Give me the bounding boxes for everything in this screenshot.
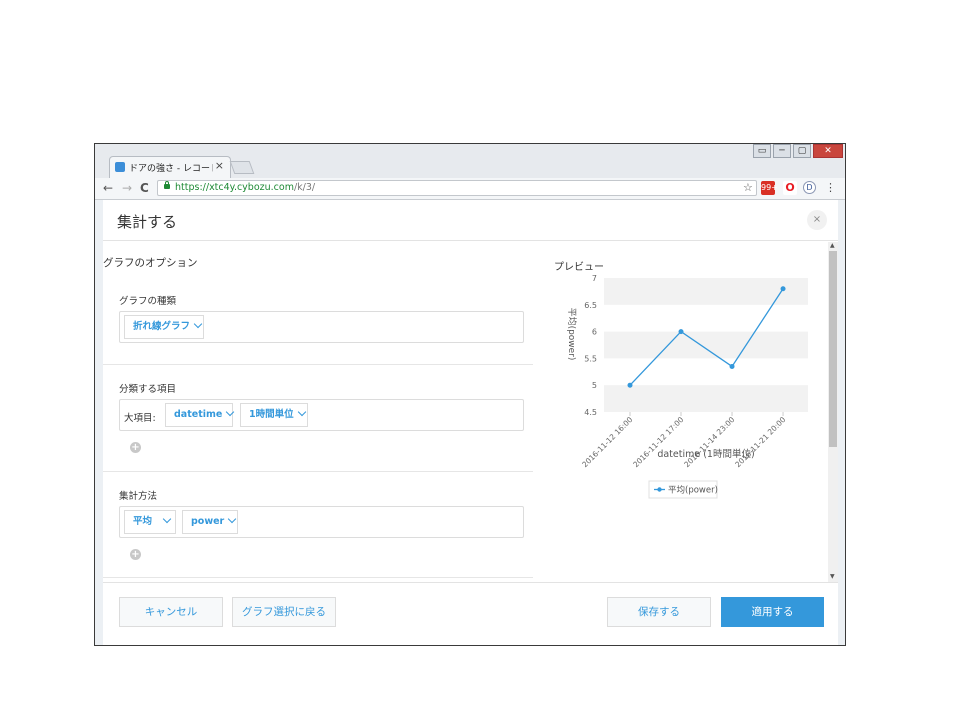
x-axis-ticks: 2016-11-12 16:002016-11-12 17:002016-11-… bbox=[580, 412, 788, 469]
add-aggregation-icon[interactable]: + bbox=[130, 549, 141, 560]
reload-icon[interactable]: C bbox=[140, 181, 149, 195]
y-tick-label: 6.5 bbox=[584, 301, 597, 310]
grouping-label: 分類する項目 bbox=[119, 384, 177, 395]
dialog-title: 集計する bbox=[117, 213, 178, 231]
minimize-button[interactable]: ─ bbox=[773, 144, 791, 158]
kintone-favicon-icon bbox=[115, 162, 125, 172]
chart-band bbox=[604, 385, 808, 412]
back-to-chart-select-button[interactable]: グラフ選択に戻る bbox=[232, 597, 336, 627]
browser-toolbar: ← → C https://xtc4y.cybozu.com/k/3/ ☆ 99… bbox=[95, 178, 845, 200]
close-window-button[interactable]: ✕ bbox=[813, 144, 843, 158]
url-path: /k/3/ bbox=[293, 182, 316, 193]
dashlane-icon[interactable]: D bbox=[803, 181, 816, 194]
lock-icon bbox=[164, 181, 170, 189]
cancel-button[interactable]: キャンセル bbox=[119, 597, 223, 627]
y-tick-label: 7 bbox=[592, 274, 597, 283]
y-axis-ticks: 4.5 5 5.5 6 6.5 7 bbox=[584, 274, 597, 417]
legend-marker bbox=[657, 487, 662, 492]
back-arrow-icon[interactable]: ← bbox=[103, 181, 113, 195]
browser-window: ドアの強さ - レコードの × ▭ ─ ▢ ✕ ← → C https://xt… bbox=[94, 143, 846, 646]
grouping-section: 分類する項目 大項目: datetime 1時間単位 + bbox=[103, 364, 533, 472]
address-bar[interactable]: https://xtc4y.cybozu.com/k/3/ bbox=[157, 180, 757, 196]
section-divider bbox=[103, 577, 533, 578]
y-axis-label: 平均(power) bbox=[566, 308, 578, 361]
scroll-down-icon[interactable]: ▼ bbox=[830, 573, 835, 580]
window-controls: ▭ ─ ▢ ✕ bbox=[751, 144, 843, 160]
tab-close-icon[interactable]: × bbox=[215, 159, 224, 172]
data-point[interactable] bbox=[729, 363, 735, 369]
chart-type-value: 折れ線グラフ bbox=[133, 321, 191, 332]
y-tick-label: 6 bbox=[592, 328, 597, 337]
url-text: https://xtc4y.cybozu.com/k/3/ bbox=[175, 182, 315, 193]
group-field-value: datetime bbox=[174, 409, 223, 420]
apply-button[interactable]: 適用する bbox=[721, 597, 824, 627]
chevron-down-icon bbox=[226, 407, 235, 417]
save-button[interactable]: 保存する bbox=[607, 597, 711, 627]
x-tick-label: 2016-11-12 16:00 bbox=[580, 415, 634, 469]
dialog-close-icon[interactable]: × bbox=[807, 210, 827, 230]
data-point[interactable] bbox=[627, 382, 633, 388]
group-field-select[interactable]: datetime bbox=[165, 403, 235, 427]
browser-tab[interactable]: ドアの強さ - レコードの × bbox=[109, 156, 231, 178]
browser-menu-icon[interactable]: ⋮ bbox=[825, 181, 836, 194]
dialog-header: 集計する × bbox=[103, 200, 838, 241]
tab-title: ドアの強さ - レコードの bbox=[129, 164, 213, 174]
x-tick-label: 2016-11-14 23:00 bbox=[682, 415, 736, 469]
scroll-thumb[interactable] bbox=[829, 251, 837, 447]
title-bar: ドアの強さ - レコードの × ▭ ─ ▢ ✕ bbox=[95, 144, 845, 178]
maximize-button[interactable]: ▢ bbox=[793, 144, 811, 158]
aggregation-label: 集計方法 bbox=[119, 491, 158, 502]
major-item-label: 大項目: bbox=[124, 413, 156, 424]
y-tick-label: 5.5 bbox=[584, 354, 597, 363]
add-grouping-icon[interactable]: + bbox=[130, 442, 141, 453]
aggregation-function-value: 平均 bbox=[133, 516, 153, 527]
chevron-down-icon bbox=[297, 407, 306, 417]
data-point[interactable] bbox=[678, 329, 684, 335]
chevron-down-icon bbox=[193, 319, 203, 329]
bookmark-star-icon[interactable]: ☆ bbox=[743, 181, 753, 194]
pdf-extension-icon[interactable]: 99+ bbox=[761, 181, 778, 195]
aggregation-function-select[interactable]: 平均 bbox=[124, 510, 176, 534]
aggregation-field-value: power bbox=[191, 516, 225, 527]
chevron-down-icon bbox=[162, 514, 172, 524]
grouping-box: 大項目: datetime 1時間単位 bbox=[119, 399, 524, 431]
chart-type-box: 折れ線グラフ bbox=[119, 311, 524, 343]
chart-band bbox=[604, 331, 808, 359]
opera-icon[interactable]: O bbox=[783, 181, 797, 195]
footer-divider bbox=[103, 582, 838, 583]
y-tick-label: 4.5 bbox=[584, 408, 597, 417]
new-tab-button[interactable] bbox=[229, 161, 255, 174]
options-heading: グラフのオプション bbox=[103, 257, 198, 269]
url-host: xtc4y.cybozu.com bbox=[209, 182, 294, 193]
chart-type-label: グラフの種類 bbox=[119, 296, 177, 307]
x-tick-label: 2016-11-12 17:00 bbox=[631, 415, 685, 469]
x-tick-label: 2016-11-21 20:00 bbox=[733, 415, 787, 469]
vertical-scrollbar[interactable]: ▲ ▼ bbox=[828, 242, 838, 582]
aggregation-section: 集計方法 平均 power + bbox=[103, 471, 533, 581]
aggregation-field-select[interactable]: power bbox=[182, 510, 238, 534]
x-axis-label: datetime (1時間単位) bbox=[657, 448, 754, 460]
aggregation-box: 平均 power bbox=[119, 506, 524, 538]
y-tick-label: 5 bbox=[592, 381, 597, 390]
aggregate-dialog: 集計する × グラフのオプション グラフの種類 折れ線グラフ 分類する項目 大項… bbox=[103, 200, 838, 645]
chart-type-select[interactable]: 折れ線グラフ bbox=[124, 315, 204, 339]
group-unit-value: 1時間単位 bbox=[249, 409, 294, 420]
chart-band bbox=[604, 278, 808, 305]
user-profile-button[interactable]: ▭ bbox=[753, 144, 771, 158]
preview-chart: 4.555.566.57 平均(power) 2016-11-12 16:002… bbox=[566, 274, 808, 499]
options-pane: グラフのオプション グラフの種類 折れ線グラフ 分類する項目 大項目: date… bbox=[103, 241, 543, 581]
forward-arrow-icon[interactable]: → bbox=[122, 181, 132, 195]
group-unit-select[interactable]: 1時間単位 bbox=[240, 403, 308, 427]
legend-label: 平均(power) bbox=[668, 485, 718, 496]
chart-legend[interactable]: 平均(power) bbox=[648, 480, 718, 499]
url-scheme: https:// bbox=[175, 182, 210, 193]
chevron-down-icon bbox=[227, 514, 237, 524]
data-point[interactable] bbox=[780, 286, 786, 292]
scroll-up-icon[interactable]: ▲ bbox=[830, 242, 835, 249]
